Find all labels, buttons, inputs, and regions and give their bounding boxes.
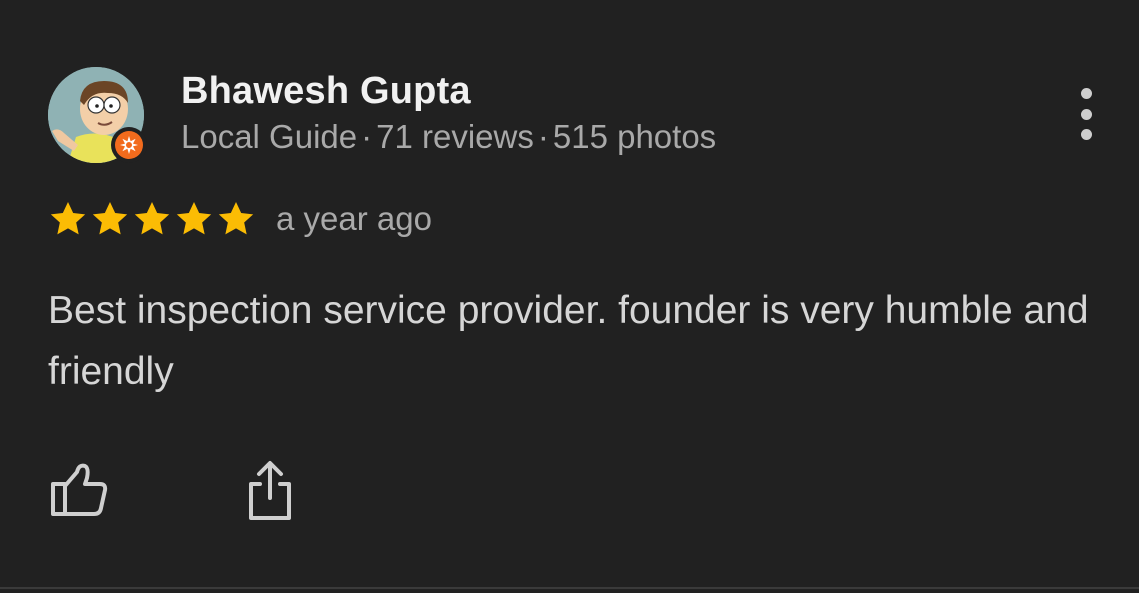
star-icon: [50, 202, 86, 235]
thumbs-up-icon: [51, 463, 108, 516]
more-vertical-icon-dot: [1080, 108, 1092, 120]
more-vertical-icon: [1080, 88, 1092, 99]
bottom-divider: [0, 587, 1139, 589]
review-time: a year ago: [276, 200, 432, 237]
star-icon: [134, 202, 170, 235]
meta-separator: ·: [361, 118, 373, 155]
share-button[interactable]: [240, 458, 300, 524]
star-icon: [92, 202, 128, 235]
photo-count: 515 photos: [552, 118, 717, 155]
review-count: 71 reviews: [376, 118, 534, 155]
share-icon: [249, 461, 291, 520]
review-text: Best inspection service provider. founde…: [48, 289, 1089, 393]
star-icon: [218, 202, 254, 235]
star-rating: [48, 199, 258, 239]
local-guide-badge: [111, 127, 147, 163]
local-guide-badge-icon: [115, 131, 143, 159]
more-options-button[interactable]: [1066, 84, 1106, 144]
star-icon: [176, 202, 212, 235]
meta-separator: ·: [537, 118, 549, 155]
reviewer-meta: Local Guide · 71 reviews · 515 photos: [181, 118, 716, 156]
rating-row: a year ago: [48, 196, 432, 242]
review-card: Bhawesh Gupta Local Guide · 71 reviews · 515…: [0, 0, 1139, 593]
reviewer-name[interactable]: Bhawesh Gupta: [181, 70, 471, 113]
local-guide-label: Local Guide: [181, 118, 358, 155]
like-button[interactable]: [48, 458, 112, 522]
reviewer-avatar[interactable]: [48, 67, 147, 163]
more-vertical-icon-dot: [1080, 129, 1092, 140]
